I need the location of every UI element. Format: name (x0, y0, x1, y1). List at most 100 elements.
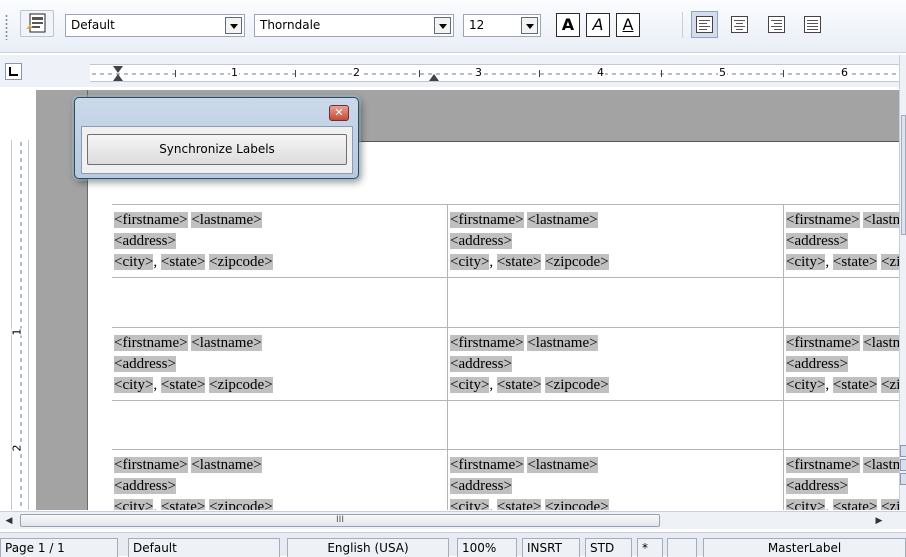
lastname-field[interactable]: <lastname> (527, 457, 598, 473)
state-field[interactable]: <state> (496, 499, 542, 510)
lastname-field[interactable]: <lastname> (191, 335, 262, 351)
next-page-icon[interactable] (900, 473, 906, 485)
scroll-left-icon[interactable]: ◀ (4, 515, 14, 527)
align-right-button[interactable] (763, 11, 790, 38)
horizontal-scroll-thumb[interactable]: III (20, 514, 660, 527)
label-empty-row[interactable] (112, 277, 447, 327)
label-cell[interactable]: <firstname> <lastname> <address> <city>,… (112, 449, 448, 510)
firstname-field[interactable]: <firstname> (450, 335, 524, 351)
close-button[interactable]: ✕ (329, 105, 349, 121)
horizontal-scrollbar[interactable]: ◀ III ▶ (0, 511, 906, 529)
lastname-field[interactable]: <lastname> (863, 335, 901, 351)
horizontal-ruler[interactable]: 1 2 3 4 5 6 (90, 64, 900, 82)
city-field[interactable]: <city> (450, 377, 490, 393)
address-field[interactable]: <address> (114, 233, 176, 249)
lastname-field[interactable]: <lastname> (863, 457, 901, 473)
section-status[interactable]: MasterLabel (703, 538, 906, 557)
document-modified-status[interactable]: * (637, 538, 663, 557)
vertical-scrollbar[interactable] (899, 55, 906, 510)
right-indent-marker[interactable] (429, 74, 439, 81)
label-empty-row[interactable] (448, 277, 783, 327)
chevron-down-icon[interactable] (521, 17, 538, 34)
align-center-button[interactable] (726, 11, 753, 38)
previous-page-icon[interactable] (900, 445, 906, 457)
zipcode-field[interactable]: <zipcode> (209, 254, 273, 270)
label-empty-row[interactable] (784, 277, 901, 327)
address-field[interactable]: <address> (786, 233, 848, 249)
firstname-field[interactable]: <firstname> (786, 457, 860, 473)
zoom-status[interactable]: 100% (457, 538, 517, 557)
synchronize-labels-button[interactable]: Synchronize Labels (87, 134, 347, 165)
paragraph-style-combo[interactable]: Default (65, 14, 245, 37)
styles-and-formatting-button[interactable] (20, 10, 54, 37)
label-cell[interactable]: <firstname> <lastname> <address> <city>,… (448, 449, 784, 510)
label-cell[interactable]: <firstname> <lastname> <address> <city>,… (448, 204, 784, 327)
firstname-field[interactable]: <firstname> (114, 335, 188, 351)
firstname-field[interactable]: <firstname> (786, 335, 860, 351)
label-cell[interactable]: <firstname> <lastname> <address> <city>,… (784, 449, 901, 510)
vertical-scroll-thumb[interactable] (901, 115, 906, 235)
city-field[interactable]: <city> (114, 377, 154, 393)
zipcode-field[interactable]: <zipcode> (545, 254, 609, 270)
city-field[interactable]: <city> (786, 377, 826, 393)
firstname-field[interactable]: <firstname> (450, 212, 524, 228)
scroll-right-icon[interactable]: ▶ (874, 515, 884, 527)
label-empty-row[interactable] (112, 400, 447, 450)
lastname-field[interactable]: <lastname> (527, 212, 598, 228)
state-field[interactable]: <state> (496, 254, 542, 270)
zipcode-field[interactable]: <zipcode> (881, 377, 901, 393)
lastname-field[interactable]: <lastname> (191, 457, 262, 473)
city-field[interactable]: <city> (786, 254, 826, 270)
state-field[interactable]: <state> (832, 254, 878, 270)
address-field[interactable]: <address> (786, 356, 848, 372)
address-field[interactable]: <address> (450, 233, 512, 249)
firstname-field[interactable]: <firstname> (114, 212, 188, 228)
firstname-field[interactable]: <firstname> (450, 457, 524, 473)
firstname-field[interactable]: <firstname> (114, 457, 188, 473)
page-number-status[interactable]: Page 1 / 1 (0, 538, 118, 557)
align-left-button[interactable] (691, 11, 718, 38)
label-cell[interactable]: <firstname> <lastname> <address> <city>,… (112, 204, 448, 327)
lastname-field[interactable]: <lastname> (191, 212, 262, 228)
font-name-combo[interactable]: Thorndale (254, 14, 454, 37)
zipcode-field[interactable]: <zipcode> (209, 377, 273, 393)
left-indent-marker[interactable] (113, 74, 123, 81)
tab-stop-type-button[interactable] (5, 63, 22, 80)
selection-mode-status[interactable]: STD (585, 538, 632, 557)
address-field[interactable]: <address> (114, 478, 176, 494)
address-field[interactable]: <address> (786, 478, 848, 494)
underline-button[interactable]: A (616, 13, 640, 37)
bold-button[interactable]: A (556, 13, 580, 37)
label-cell[interactable]: <firstname> <lastname> <address> <city>,… (448, 327, 784, 450)
label-cell[interactable]: <firstname> <lastname> <address> <city>,… (784, 327, 901, 450)
label-cell[interactable]: <firstname> <lastname> <address> <city>,… (784, 204, 901, 327)
lastname-field[interactable]: <lastname> (863, 212, 901, 228)
zipcode-field[interactable]: <zipcode> (881, 499, 901, 510)
zipcode-field[interactable]: <zipcode> (209, 499, 273, 510)
label-cell[interactable]: <firstname> <lastname> <address> <city>,… (112, 327, 448, 450)
font-size-combo[interactable]: 12 (463, 14, 541, 37)
state-field[interactable]: <state> (832, 499, 878, 510)
address-field[interactable]: <address> (450, 356, 512, 372)
vertical-ruler[interactable]: 1 2 (11, 140, 29, 510)
insert-mode-status[interactable]: INSRT (522, 538, 580, 557)
lastname-field[interactable]: <lastname> (527, 335, 598, 351)
label-empty-row[interactable] (448, 400, 783, 450)
city-field[interactable]: <city> (114, 499, 154, 510)
state-field[interactable]: <state> (160, 377, 206, 393)
language-status[interactable]: English (USA) (287, 538, 449, 557)
chevron-down-icon[interactable] (225, 17, 242, 34)
navigator-icon[interactable] (900, 459, 906, 471)
zipcode-field[interactable]: <zipcode> (545, 377, 609, 393)
label-empty-row[interactable] (784, 400, 901, 450)
state-field[interactable]: <state> (832, 377, 878, 393)
city-field[interactable]: <city> (114, 254, 154, 270)
city-field[interactable]: <city> (450, 254, 490, 270)
state-field[interactable]: <state> (160, 499, 206, 510)
state-field[interactable]: <state> (160, 254, 206, 270)
justify-button[interactable] (799, 11, 826, 38)
page-style-status[interactable]: Default (128, 538, 280, 557)
state-field[interactable]: <state> (496, 377, 542, 393)
toolbar-grip[interactable] (5, 14, 8, 40)
address-field[interactable]: <address> (114, 356, 176, 372)
